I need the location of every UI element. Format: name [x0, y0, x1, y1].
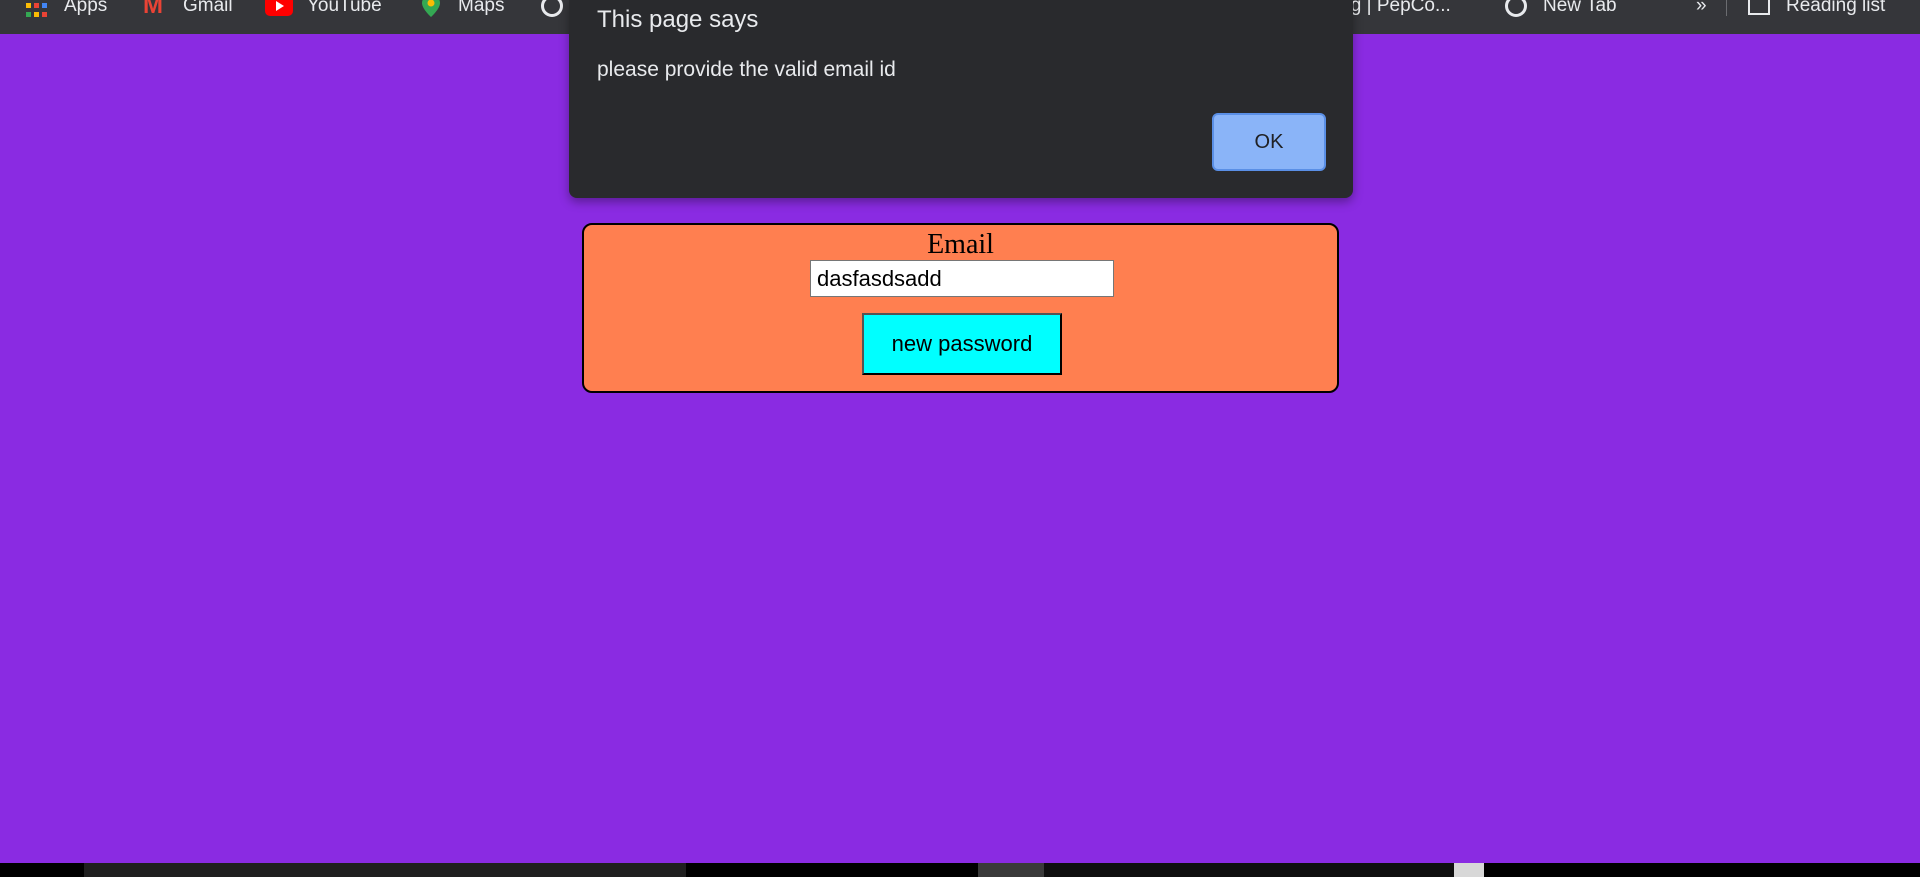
youtube-icon: [265, 0, 293, 16]
dialog-title: This page says: [597, 6, 759, 33]
globe-icon: [541, 0, 563, 17]
reading-list-button[interactable]: Reading list: [1748, 0, 1885, 20]
bookmark-gmail[interactable]: M Gmail: [143, 0, 233, 20]
apps-grid-icon: [26, 0, 48, 17]
maps-icon: [422, 0, 440, 17]
bookmark-label: New Tab: [1543, 0, 1617, 16]
bookmark-label: Maps: [458, 0, 505, 16]
globe-icon: [1505, 0, 1527, 17]
taskbar-segment: [84, 863, 686, 877]
taskbar-segment: [978, 863, 1044, 877]
email-input[interactable]: [810, 260, 1114, 297]
ok-button[interactable]: OK: [1212, 113, 1326, 171]
taskbar-segment: [1044, 863, 1454, 877]
taskbar-segment: [1454, 863, 1484, 877]
new-password-button[interactable]: new password: [862, 313, 1062, 375]
bookmark-apps[interactable]: Apps: [26, 0, 107, 20]
reset-password-card: Email new password: [582, 223, 1339, 393]
bookmarks-divider: [1726, 0, 1727, 16]
chevron-double-right-icon: »: [1696, 0, 1707, 16]
bookmark-youtube[interactable]: YouTube: [265, 0, 382, 20]
bookmark-label: YouTube: [307, 0, 382, 16]
bookmark-maps[interactable]: Maps: [420, 0, 504, 20]
bookmark-new-tab[interactable]: New Tab: [1505, 0, 1617, 20]
email-label: Email: [927, 229, 994, 260]
bookmark-pepcoding[interactable]: ing | PepCo...: [1336, 0, 1451, 20]
dialog-message: please provide the valid email id: [597, 58, 896, 81]
bookmark-label: Gmail: [183, 0, 233, 16]
taskbar: [0, 863, 1920, 877]
gmail-icon: M: [143, 0, 163, 19]
alert-dialog: This page says please provide the valid …: [569, 0, 1353, 198]
reading-list-label: Reading list: [1786, 0, 1886, 16]
bookmarks-overflow-button[interactable]: »: [1696, 0, 1707, 20]
bookmark-label: Apps: [64, 0, 108, 16]
reading-list-icon: [1748, 0, 1770, 15]
bookmark-label: ing | PepCo...: [1336, 0, 1451, 16]
